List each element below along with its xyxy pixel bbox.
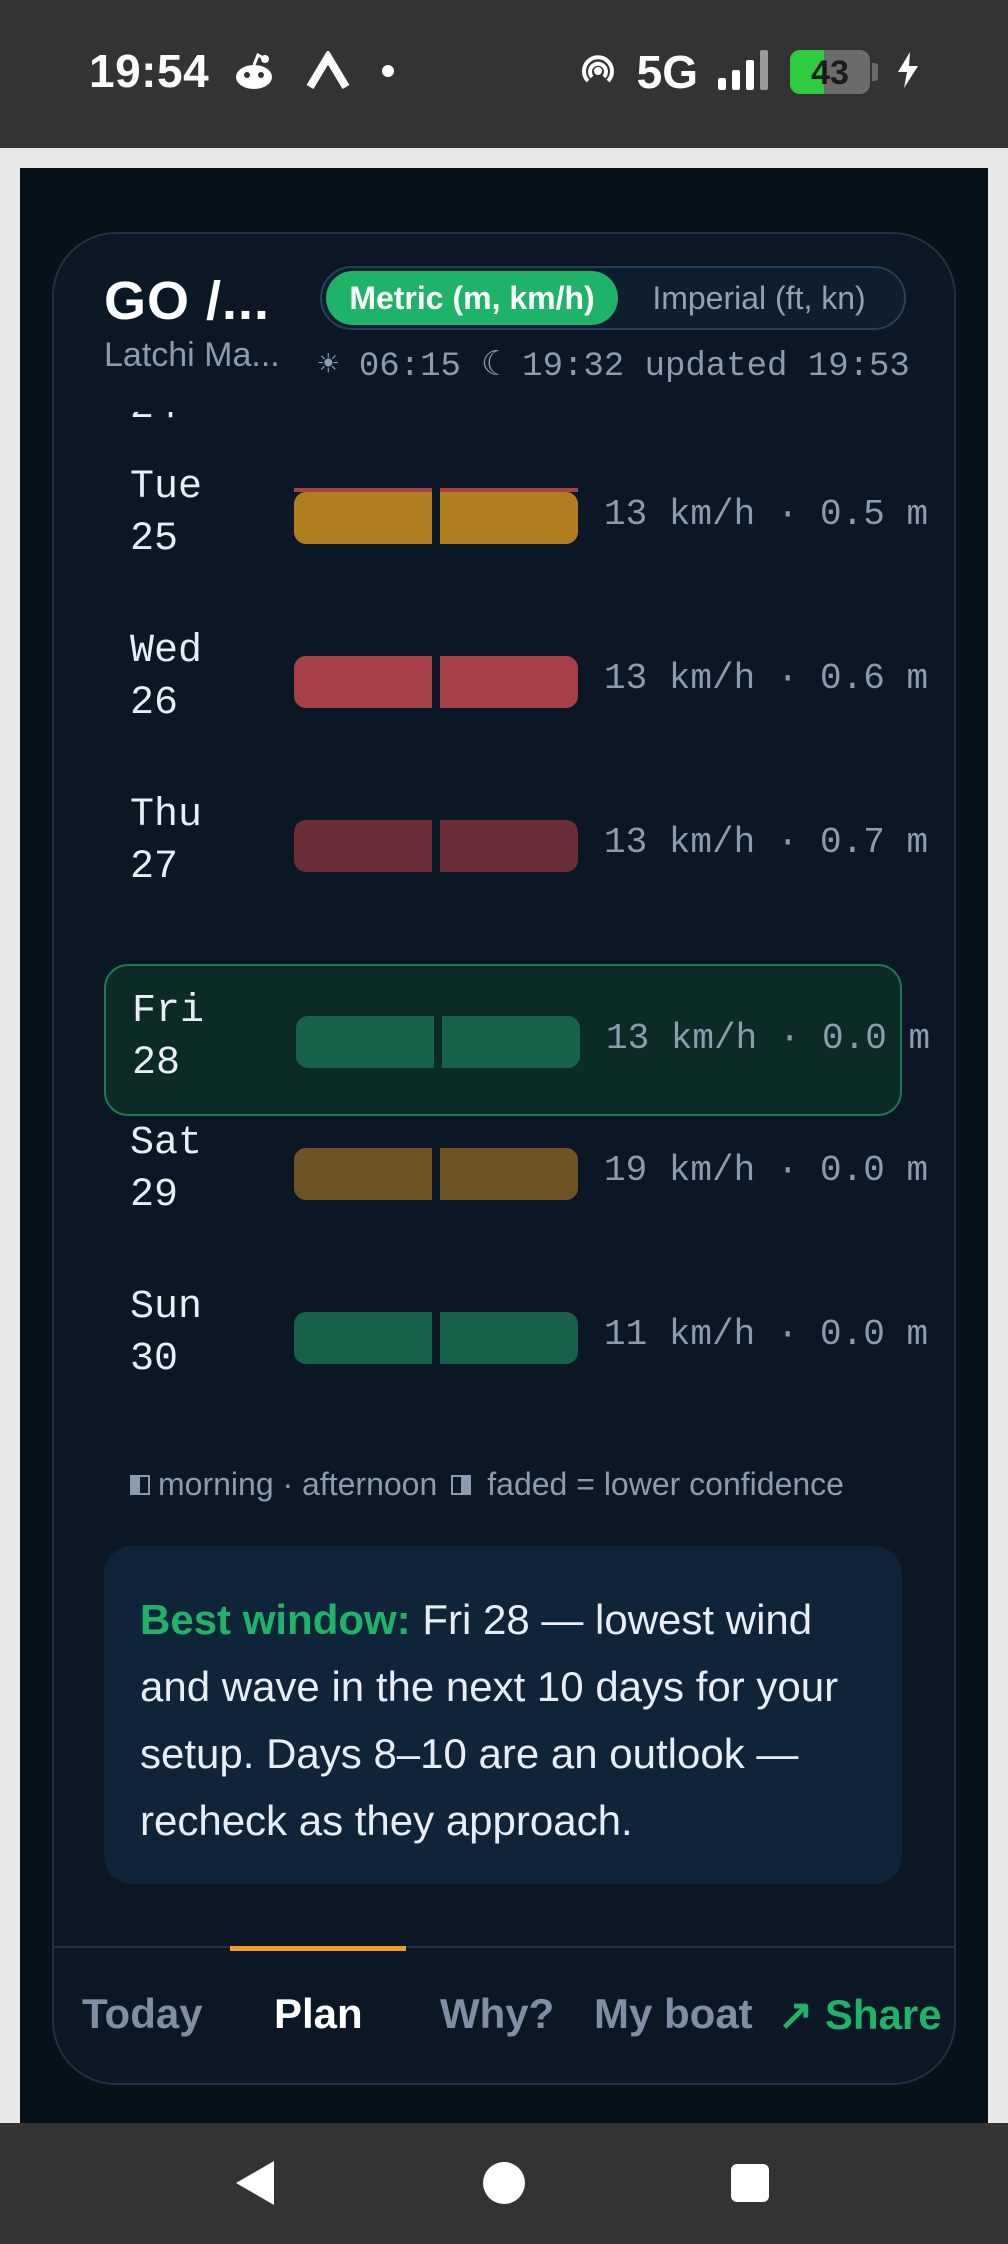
signal-icon xyxy=(716,48,772,97)
day-name: Tue xyxy=(130,465,203,510)
day-date: 25 xyxy=(130,517,179,562)
day-row[interactable]: Sat 29 19 km/h · 0.0 m xyxy=(104,1098,928,1250)
morning-bar xyxy=(294,656,432,708)
location-name[interactable]: Latchi Ma... xyxy=(104,336,280,375)
best-window-callout: Best window: Fri 28 — lowest wind and wa… xyxy=(104,1546,902,1884)
unit-imperial-button[interactable]: Imperial (ft, kn) xyxy=(618,271,900,325)
morning-bar xyxy=(296,1016,434,1068)
tab-today[interactable]: Today xyxy=(82,1990,203,2038)
legend-morning-text: morning · afternoon xyxy=(158,1466,438,1502)
tab-bar-divider xyxy=(52,1946,956,1948)
morning-bar xyxy=(294,1312,432,1364)
bar-legend: morning · afternoon faded = lower confid… xyxy=(130,1466,844,1503)
day-row[interactable]: Tue 25 13 km/h · 0.5 m xyxy=(104,442,928,594)
status-notification-icons xyxy=(232,48,396,98)
day-label: Thu 27 xyxy=(130,790,202,894)
charging-icon xyxy=(896,50,920,95)
reddit-icon xyxy=(232,51,276,96)
home-icon[interactable] xyxy=(483,2162,525,2204)
status-time: 19:54 xyxy=(89,45,210,97)
dot-icon xyxy=(380,63,396,84)
day-date: 28 xyxy=(132,1041,181,1086)
navigation-bar xyxy=(0,2123,1008,2244)
network-type: 5G xyxy=(636,46,698,98)
back-icon[interactable] xyxy=(236,2161,274,2205)
day-row[interactable]: Wed 26 13 km/h · 0.6 m xyxy=(104,606,928,758)
afternoon-bar xyxy=(442,1016,580,1068)
share-button[interactable]: ↗ Share xyxy=(778,1990,942,2039)
active-tab-indicator xyxy=(230,1946,406,1951)
day-date: 24 xyxy=(130,412,178,434)
afternoon-bar xyxy=(440,1312,578,1364)
day-name: Thu xyxy=(130,793,203,838)
card-header: GO /... Latchi Ma... Metric (m, km/h) Im… xyxy=(52,232,956,412)
day-wind-wave: 19 km/h · 0.0 m xyxy=(604,1150,929,1191)
day-label: Sat 29 xyxy=(130,1118,202,1222)
day-row[interactable]: Sun 30 11 km/h · 0.0 m xyxy=(104,1262,928,1414)
afternoon-bar xyxy=(440,1148,578,1200)
day-name: Sat xyxy=(130,1121,203,1166)
battery-level: 43 xyxy=(811,54,849,92)
afternoon-half-icon xyxy=(451,1474,472,1495)
morning-half-icon xyxy=(130,1474,150,1495)
afternoon-bar xyxy=(440,820,578,872)
legend-faded-text: faded = lower confidence xyxy=(487,1466,844,1502)
afternoon-bar xyxy=(440,492,578,544)
unit-toggle: Metric (m, km/h) Imperial (ft, kn) xyxy=(320,266,906,330)
day-label: Fri 28 xyxy=(132,986,204,1090)
tab-why[interactable]: Why? xyxy=(440,1990,554,2038)
best-window-label: Best window: xyxy=(140,1596,411,1643)
day-date: 30 xyxy=(130,1337,179,1382)
tab-my-boat[interactable]: My boat xyxy=(594,1990,753,2038)
day-wind-wave: 13 km/h · 0.7 m xyxy=(604,822,929,863)
day-list: 24 Tue 25 13 km/h · 0.5 m Wed 26 13 km/h · 0.6… xyxy=(52,412,956,1472)
day-label: Wed 26 xyxy=(130,626,202,730)
day-wind-wave: 13 km/h · 0.5 m xyxy=(604,494,929,535)
day-date: 26 xyxy=(130,681,179,726)
day-wind-wave: 13 km/h · 0.0 m xyxy=(606,1018,931,1059)
morning-bar xyxy=(294,492,432,544)
hotspot-icon xyxy=(577,49,619,96)
day-date: 29 xyxy=(130,1173,179,1218)
day-label: 24 xyxy=(130,412,178,434)
day-name: Fri xyxy=(132,989,205,1034)
tab-plan[interactable]: Plan xyxy=(274,1990,363,2038)
day-name: Sun xyxy=(130,1285,203,1330)
arrow-up-icon xyxy=(306,48,350,96)
morning-bar xyxy=(294,820,432,872)
recents-icon[interactable] xyxy=(731,2164,769,2202)
day-date: 27 xyxy=(130,845,179,890)
day-row-best[interactable]: Fri 28 13 km/h · 0.0 m xyxy=(104,964,930,1116)
sun-times: ☀ 06:15 ☾ 19:32 updated 19:53 xyxy=(318,348,910,386)
battery-cap xyxy=(872,63,878,81)
day-label: Tue 25 xyxy=(130,462,202,566)
day-row[interactable]: Thu 27 13 km/h · 0.7 m xyxy=(104,770,928,922)
status-system-icons: 5G 43 xyxy=(577,44,920,100)
afternoon-bar xyxy=(440,656,578,708)
app-title: GO /... xyxy=(104,271,271,331)
day-wind-wave: 13 km/h · 0.6 m xyxy=(604,658,929,699)
battery-indicator: 43 xyxy=(790,50,870,94)
unit-metric-button[interactable]: Metric (m, km/h) xyxy=(326,271,618,325)
day-name: Wed xyxy=(130,629,203,674)
status-bar: 19:54 5G 43 xyxy=(0,0,1008,148)
day-label: Sun 30 xyxy=(130,1282,202,1386)
day-wind-wave: 11 km/h · 0.0 m xyxy=(604,1314,929,1355)
morning-bar xyxy=(294,1148,432,1200)
